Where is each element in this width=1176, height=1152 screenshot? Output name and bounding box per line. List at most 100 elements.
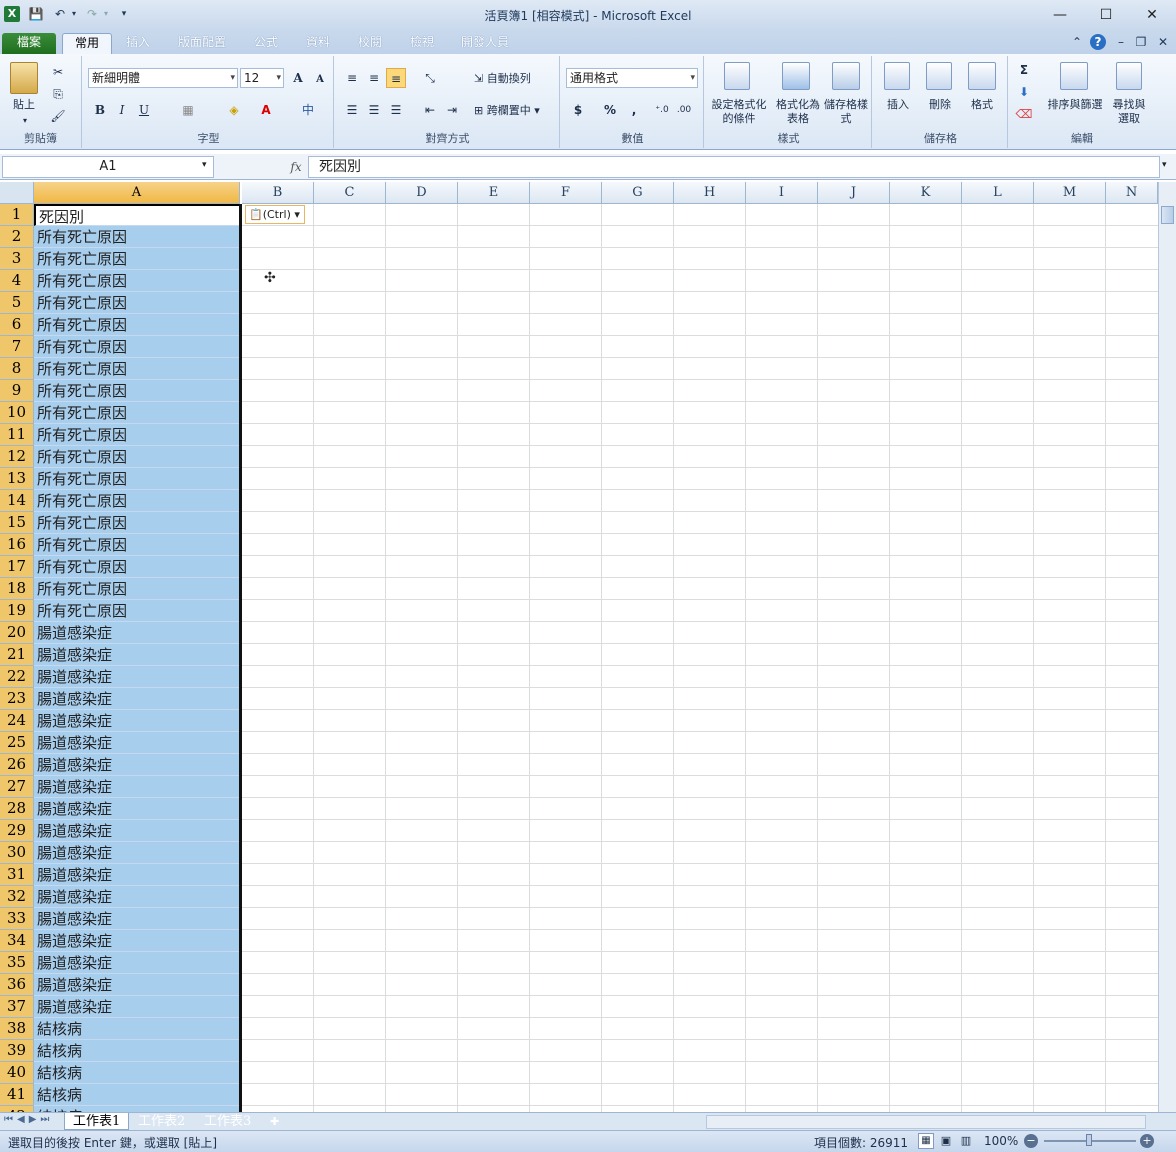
horizontal-scrollbar[interactable]	[706, 1115, 1146, 1129]
cell-a[interactable]: 所有死亡原因	[34, 556, 241, 578]
cell-a[interactable]: 腸道感染症	[34, 776, 241, 798]
grow-font-button[interactable]: A	[288, 68, 308, 88]
maximize-button[interactable]: ☐	[1090, 4, 1122, 26]
page-break-view-icon[interactable]: ▥	[958, 1133, 974, 1149]
phonetic-button[interactable]: 中	[298, 100, 318, 120]
align-middle-icon[interactable]: ≡	[364, 68, 384, 88]
tab-home[interactable]: 常用	[62, 33, 112, 54]
empty-cells[interactable]	[241, 776, 1158, 798]
empty-cells[interactable]	[241, 270, 1158, 292]
formula-input[interactable]: 死因別	[308, 156, 1160, 178]
percent-button[interactable]: %	[600, 100, 620, 120]
cell-a[interactable]: 結核病	[34, 1084, 241, 1106]
cell-a[interactable]: 所有死亡原因	[34, 600, 241, 622]
font-color-icon[interactable]: A	[256, 100, 276, 120]
row-header[interactable]: 32	[0, 886, 34, 908]
cell-a[interactable]: 結核病	[34, 1018, 241, 1040]
sheet-tab[interactable]: 工作表2	[130, 1113, 193, 1130]
sheet-tab[interactable]: 工作表3	[196, 1113, 259, 1130]
insert-sheet-icon[interactable]: ✚	[262, 1113, 287, 1130]
cell-a[interactable]: 腸道感染症	[34, 864, 241, 886]
sheet-nav-icon[interactable]: ⏮◀▶⏭	[4, 1114, 53, 1125]
cell-a[interactable]: 腸道感染症	[34, 754, 241, 776]
cell-a[interactable]: 所有死亡原因	[34, 358, 241, 380]
cell-a[interactable]: 所有死亡原因	[34, 336, 241, 358]
insert-function-button[interactable]: fx	[286, 157, 306, 177]
row-header[interactable]: 29	[0, 820, 34, 842]
cell-grid[interactable]: 死因別 所有死亡原因 所有死亡原因 所有死亡原因 所有死亡原因 所有死亡原因 所有死亡原因所…	[34, 204, 1158, 1112]
row-header[interactable]: 4	[0, 270, 34, 292]
empty-cells[interactable]	[241, 1040, 1158, 1062]
column-header[interactable]: B	[242, 182, 314, 204]
row-header[interactable]: 1	[0, 204, 34, 226]
currency-button[interactable]: $	[568, 100, 588, 120]
autosum-button[interactable]: Σ	[1014, 60, 1034, 80]
cell-a[interactable]: 腸道感染症	[34, 644, 241, 666]
row-header[interactable]: 22	[0, 666, 34, 688]
empty-cells[interactable]	[241, 644, 1158, 666]
cell-a[interactable]: 腸道感染症	[34, 930, 241, 952]
minimize-ribbon-icon[interactable]: ⌃	[1070, 33, 1084, 54]
empty-cells[interactable]	[241, 666, 1158, 688]
empty-cells[interactable]	[241, 314, 1158, 336]
row-header[interactable]: 41	[0, 1084, 34, 1106]
row-header[interactable]: 2	[0, 226, 34, 248]
cell-a[interactable]: 所有死亡原因	[34, 402, 241, 424]
row-header[interactable]: 9	[0, 380, 34, 402]
cell-a[interactable]: 腸道感染症	[34, 974, 241, 996]
row-header[interactable]: 24	[0, 710, 34, 732]
orientation-icon[interactable]: ⤡	[420, 68, 440, 88]
select-all-corner[interactable]	[0, 182, 34, 204]
align-center-icon[interactable]: ☰	[364, 100, 384, 120]
tab-view[interactable]: 檢視	[400, 33, 444, 54]
tab-insert[interactable]: 插入	[116, 33, 160, 54]
shrink-font-button[interactable]: A	[310, 70, 330, 90]
column-header[interactable]: H	[674, 182, 746, 204]
empty-cells[interactable]	[241, 864, 1158, 886]
align-left-icon[interactable]: ☰	[342, 100, 362, 120]
align-bottom-icon[interactable]: ≡	[386, 68, 406, 88]
expand-formula-bar-icon[interactable]: ▾	[1162, 160, 1167, 170]
empty-cells[interactable]	[241, 952, 1158, 974]
column-header[interactable]: E	[458, 182, 530, 204]
empty-cells[interactable]	[241, 490, 1158, 512]
empty-cells[interactable]	[241, 248, 1158, 270]
empty-cells[interactable]	[241, 534, 1158, 556]
tab-review[interactable]: 校閱	[348, 33, 392, 54]
row-header[interactable]: 31	[0, 864, 34, 886]
empty-cells[interactable]	[241, 512, 1158, 534]
name-box-dropdown-icon[interactable]: ▾	[202, 160, 207, 170]
tab-formulas[interactable]: 公式	[244, 33, 288, 54]
cell-a[interactable]: 所有死亡原因	[34, 380, 241, 402]
tab-data[interactable]: 資料	[296, 33, 340, 54]
column-header[interactable]: K	[890, 182, 962, 204]
cell-a[interactable]: 所有死亡原因	[34, 468, 241, 490]
cell-a[interactable]: 腸道感染症	[34, 798, 241, 820]
empty-cells[interactable]	[241, 1084, 1158, 1106]
empty-cells[interactable]	[241, 732, 1158, 754]
row-header[interactable]: 25	[0, 732, 34, 754]
row-header[interactable]: 28	[0, 798, 34, 820]
fill-color-icon[interactable]: ◈	[224, 100, 244, 120]
sort-filter-button[interactable]: 排序與篩選	[1044, 98, 1106, 112]
empty-cells[interactable]	[241, 1018, 1158, 1040]
empty-cells[interactable]	[241, 358, 1158, 380]
find-select-button[interactable]: 尋找與選取	[1108, 98, 1150, 126]
fill-icon[interactable]: ⬇	[1014, 82, 1034, 102]
conditional-format-button[interactable]: 設定格式化的條件	[708, 98, 770, 126]
empty-cells[interactable]	[241, 446, 1158, 468]
row-header[interactable]: 35	[0, 952, 34, 974]
empty-cells[interactable]	[241, 886, 1158, 908]
cell-a[interactable]: 腸道感染症	[34, 820, 241, 842]
align-top-icon[interactable]: ≡	[342, 68, 362, 88]
column-header[interactable]: L	[962, 182, 1034, 204]
row-header[interactable]: 34	[0, 930, 34, 952]
row-header[interactable]: 19	[0, 600, 34, 622]
row-header[interactable]: 30	[0, 842, 34, 864]
cell-a[interactable]: 腸道感染症	[34, 622, 241, 644]
row-header[interactable]: 14	[0, 490, 34, 512]
empty-cells[interactable]	[241, 578, 1158, 600]
row-header[interactable]: 3	[0, 248, 34, 270]
row-header[interactable]: 21	[0, 644, 34, 666]
format-cells-button[interactable]: 格式	[962, 98, 1002, 112]
